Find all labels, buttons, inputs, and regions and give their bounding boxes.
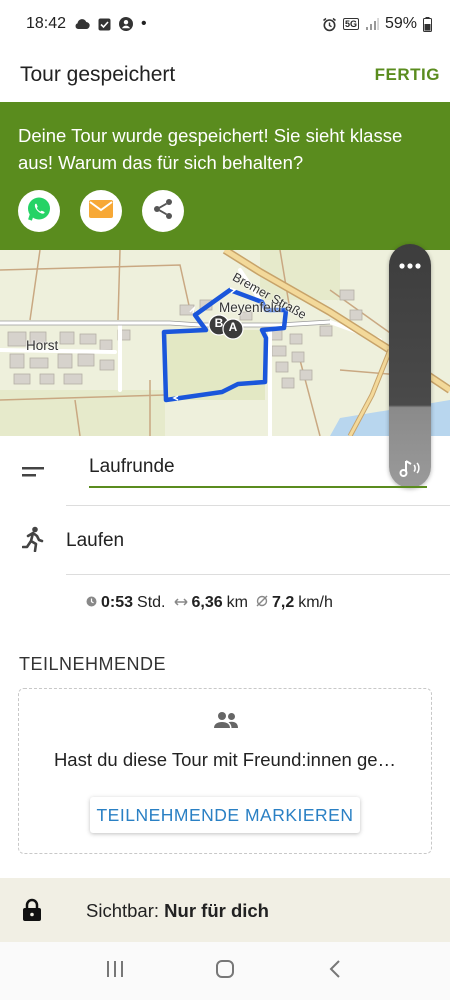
route-map[interactable]: Horst Meyenfeld Bremer Straße B A [0, 250, 450, 436]
email-share-button[interactable] [80, 190, 122, 232]
home-button[interactable] [195, 949, 255, 993]
visibility-value: Nur für dich [164, 900, 269, 921]
participants-prompt: Hast du diese Tour mit Freund:innen ge… [53, 749, 397, 770]
sport-type-row[interactable]: Laufen [0, 505, 450, 574]
duration-stat: 0:53 Std. [86, 594, 166, 612]
page-title: Tour gespeichert [20, 63, 176, 86]
visibility-label: Sichtbar: [86, 900, 160, 921]
clock-icon [86, 594, 97, 612]
mark-participants-button[interactable]: TEILNEHMENDE MARKIEREN [90, 797, 360, 833]
mail-icon [88, 199, 114, 224]
tour-details-form: Laufen 0:53 Std. 6,36 km [0, 436, 450, 634]
distance-value: 6,36 [191, 594, 223, 611]
share-row [18, 190, 432, 232]
share-icon [151, 197, 175, 226]
duration-unit: Std. [137, 594, 166, 611]
short-text-icon [22, 464, 44, 482]
recent-apps-icon [105, 960, 125, 983]
app-bar: Tour gespeichert FERTIG [0, 48, 450, 102]
back-button[interactable] [305, 949, 365, 993]
whatsapp-share-button[interactable] [18, 190, 60, 232]
tour-stats: 0:53 Std. 6,36 km 7,2 km/h [86, 594, 333, 612]
share-button[interactable] [142, 190, 184, 232]
participants-box: Hast du diese Tour mit Freund:innen ge… … [18, 688, 432, 854]
lock-icon [22, 898, 42, 927]
more-horizontal-icon [399, 256, 421, 274]
tour-name-row [0, 436, 450, 506]
divider [66, 574, 450, 575]
visibility-text: Sichtbar: Nur für dich [86, 900, 269, 922]
average-icon [256, 594, 268, 612]
running-icon [21, 526, 44, 557]
speed-unit: km/h [298, 594, 333, 611]
sport-type-label: Laufen [66, 530, 125, 551]
start-marker-label: A [228, 320, 238, 334]
alarm-icon [322, 17, 337, 32]
whatsapp-icon [25, 195, 53, 228]
map-graphic [0, 250, 450, 436]
notification-dot: • [141, 15, 147, 32]
tour-name-input[interactable] [89, 448, 427, 488]
duration-value: 0:53 [101, 594, 134, 611]
battery-icon [423, 16, 432, 32]
back-chevron-icon [328, 959, 342, 984]
clock: 18:42 [26, 15, 67, 32]
checkbox-icon [98, 18, 111, 31]
system-nav-bar [0, 942, 450, 1000]
network-type: 5G [342, 18, 359, 30]
status-bar: 18:42 • 5G 59% [0, 0, 450, 48]
tour-stats-row: 0:53 Std. 6,36 km 7,2 km/h [0, 574, 450, 634]
saved-banner: Deine Tour wurde gespeichert! Sie sieht … [0, 102, 450, 250]
map-label-horst: Horst [26, 338, 59, 353]
people-icon [213, 711, 239, 734]
distance-arrows-icon [173, 594, 188, 612]
signal-icon [365, 17, 379, 31]
participants-heading: TEILNEHMENDE [19, 654, 167, 674]
distance-stat: 6,36 km [173, 594, 248, 612]
account-icon [119, 17, 134, 31]
speed-value: 7,2 [271, 594, 295, 611]
banner-message: Deine Tour wurde gespeichert! Sie sieht … [18, 125, 403, 173]
cloud-icon [74, 18, 90, 30]
home-icon [215, 959, 235, 984]
map-more-button[interactable] [389, 244, 431, 286]
divider [66, 505, 450, 506]
done-button[interactable]: FERTIG [375, 65, 440, 85]
distance-unit: km [226, 594, 248, 611]
visibility-row[interactable]: Sichtbar: Nur für dich [0, 878, 450, 942]
battery-percent: 59% [384, 15, 417, 32]
speed-stat: 7,2 km/h [256, 594, 333, 612]
end-marker-label: B [214, 316, 224, 330]
recent-apps-button[interactable] [85, 949, 145, 993]
